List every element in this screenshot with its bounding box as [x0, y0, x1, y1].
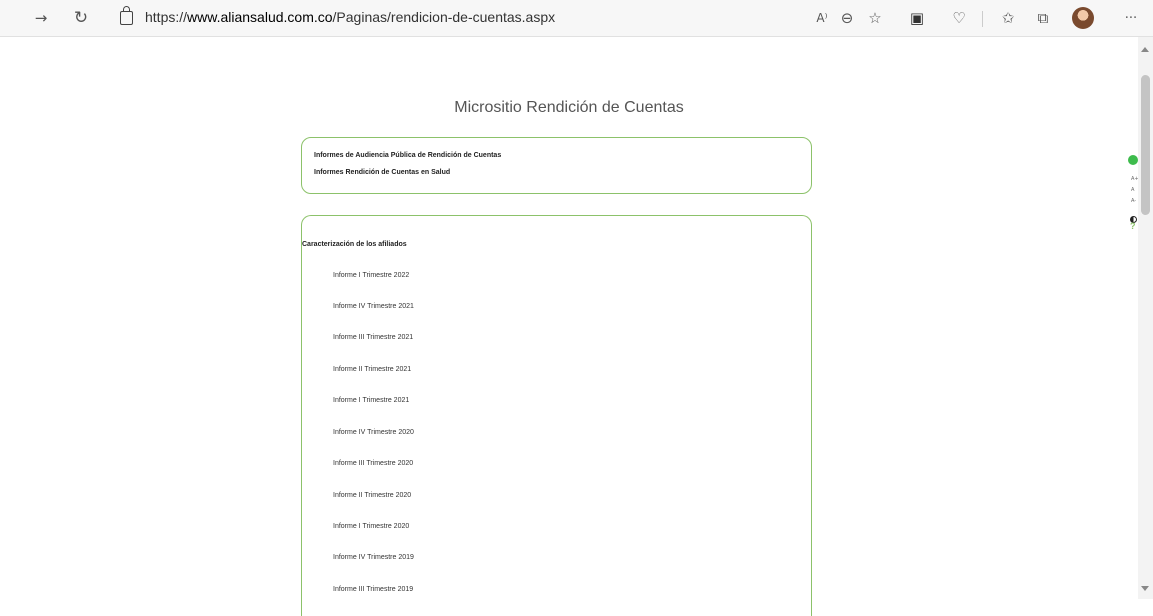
- report-link[interactable]: Informe I Trimestre 2021: [333, 397, 409, 404]
- link-health-accountability-reports[interactable]: Informes Rendición de Cuentas en Salud: [314, 169, 450, 176]
- extension-icon[interactable]: ▣: [906, 7, 928, 29]
- page-title: Micrositio Rendición de Cuentas: [454, 99, 684, 116]
- help-button[interactable]: ?: [1130, 221, 1136, 231]
- report-link[interactable]: Informe I Trimestre 2022: [333, 272, 409, 279]
- forward-icon[interactable]: →: [30, 7, 52, 29]
- browser-essentials-icon[interactable]: ♡: [948, 7, 970, 29]
- reset-text-button[interactable]: A: [1131, 187, 1134, 193]
- scroll-down-icon[interactable]: [1141, 586, 1149, 591]
- decrease-text-button[interactable]: A-: [1131, 198, 1136, 204]
- browser-toolbar: → ↻ https://www.aliansalud.com.co/Pagina…: [0, 0, 1153, 37]
- report-link[interactable]: Informe III Trimestre 2020: [333, 460, 413, 467]
- section-heading: Caracterización de los afiliados: [302, 241, 407, 248]
- affiliates-characterization-box: Caracterización de los afiliados Informe…: [301, 215, 812, 616]
- url-text: https://www.aliansalud.com.co/Paginas/re…: [145, 9, 556, 25]
- page-scrollbar[interactable]: [1138, 37, 1153, 599]
- report-link[interactable]: Informe IV Trimestre 2021: [333, 303, 414, 310]
- profile-avatar[interactable]: [1072, 7, 1094, 29]
- report-link[interactable]: Informe IV Trimestre 2019: [333, 554, 414, 561]
- scroll-up-icon[interactable]: [1141, 47, 1149, 52]
- whatsapp-icon[interactable]: [1128, 155, 1138, 165]
- add-favorite-icon[interactable]: ☆: [864, 7, 886, 29]
- page-viewport: Micrositio Rendición de Cuentas Informes…: [0, 37, 1139, 616]
- toolbar-separator: [982, 11, 983, 27]
- report-link[interactable]: Informe II Trimestre 2020: [333, 492, 411, 499]
- favorites-icon[interactable]: ✩: [997, 7, 1019, 29]
- report-link[interactable]: Informe II Trimestre 2021: [333, 366, 411, 373]
- collections-icon[interactable]: ⧉: [1032, 7, 1054, 29]
- address-bar[interactable]: https://www.aliansalud.com.co/Paginas/re…: [108, 3, 768, 31]
- zoom-icon[interactable]: ⊖: [836, 7, 858, 29]
- refresh-icon[interactable]: ↻: [70, 7, 92, 29]
- more-options-icon[interactable]: ···: [1120, 7, 1142, 29]
- accountability-links-box: Informes de Audiencia Pública de Rendici…: [301, 137, 812, 194]
- lock-icon[interactable]: [120, 6, 133, 25]
- report-link[interactable]: Informe IV Trimestre 2020: [333, 429, 414, 436]
- report-link[interactable]: Informe III Trimestre 2021: [333, 334, 413, 341]
- link-public-hearing-reports[interactable]: Informes de Audiencia Pública de Rendici…: [314, 152, 501, 159]
- report-link[interactable]: Informe III Trimestre 2019: [333, 586, 413, 593]
- scrollbar-thumb[interactable]: [1141, 75, 1150, 215]
- report-link[interactable]: Informe I Trimestre 2020: [333, 523, 409, 530]
- read-aloud-icon[interactable]: A⁾: [811, 7, 833, 29]
